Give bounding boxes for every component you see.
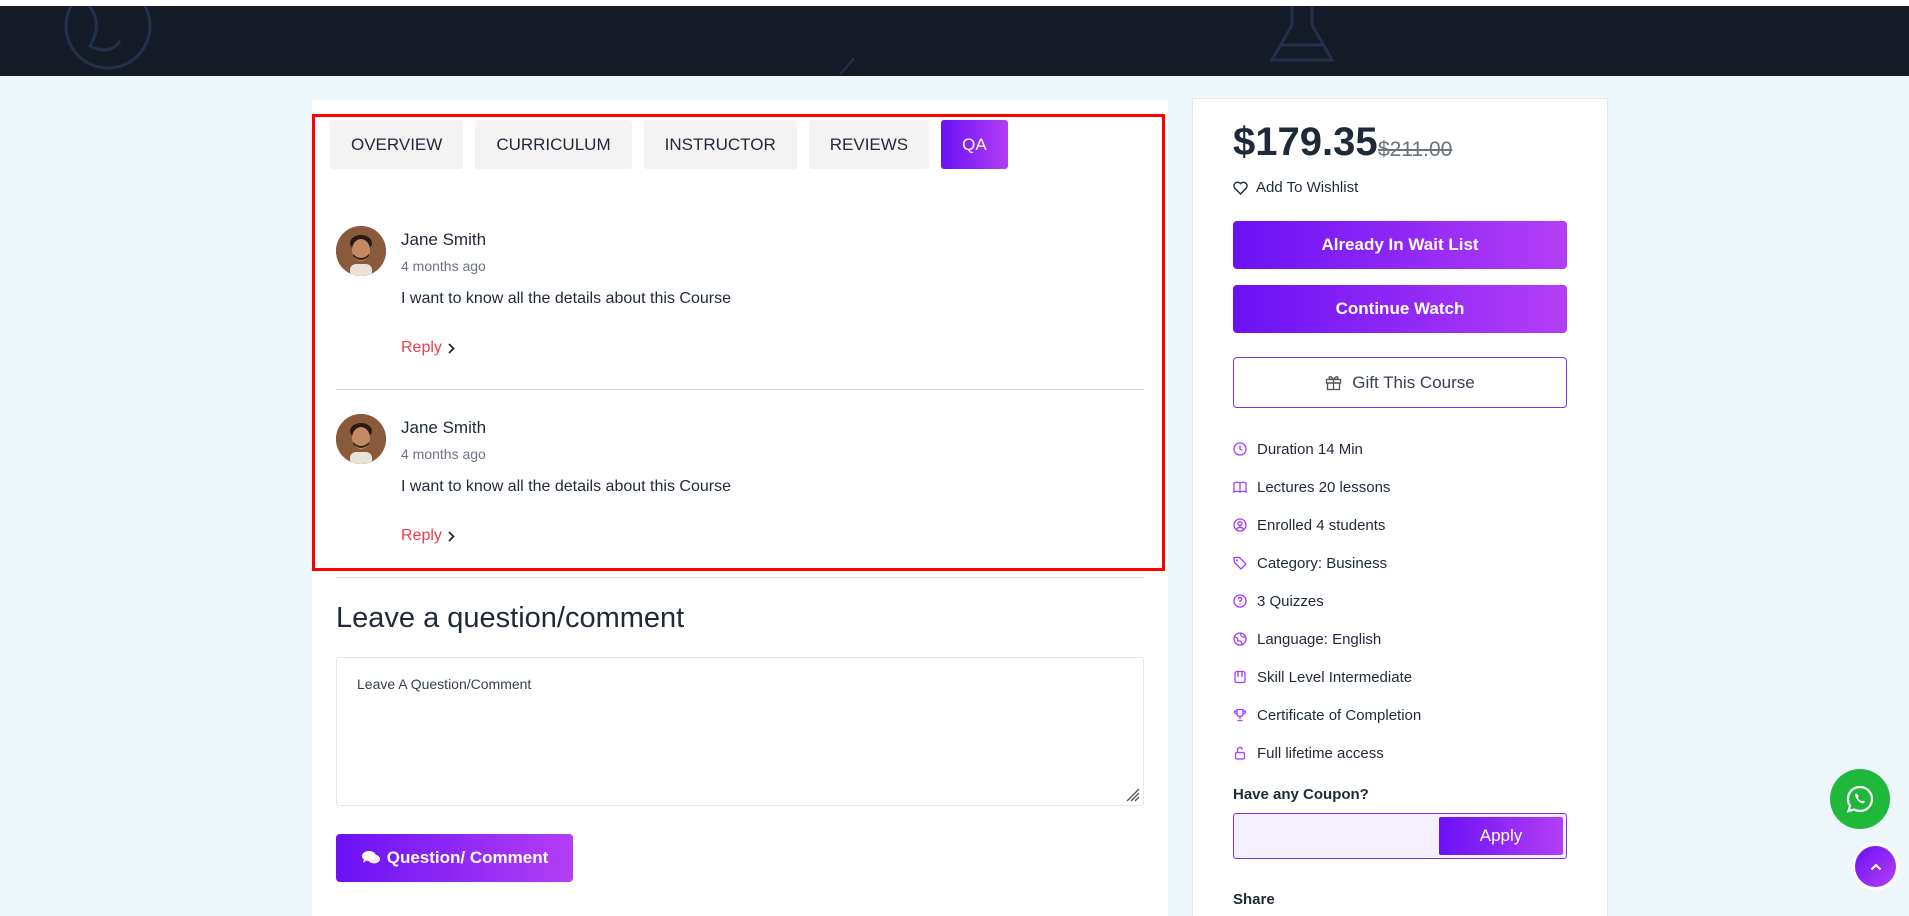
info-text: Duration 14 Min <box>1257 440 1363 458</box>
avatar <box>336 226 386 276</box>
qa-comment: Jane Smith 4 months ago I want to know a… <box>336 414 1144 554</box>
info-language: Language: English <box>1233 620 1567 658</box>
reply-link[interactable]: Reply <box>401 339 455 357</box>
whatsapp-button[interactable] <box>1830 769 1890 829</box>
continue-watch-button[interactable]: Continue Watch <box>1233 285 1567 333</box>
info-text: Lectures 20 lessons <box>1257 478 1391 496</box>
info-text: Language: English <box>1257 630 1382 648</box>
info-text: 3 Quizzes <box>1257 592 1324 610</box>
comments-icon <box>361 851 380 864</box>
clock-icon <box>1233 442 1247 456</box>
tab-reviews[interactable]: REVIEWS <box>808 120 930 169</box>
qa-comment: Jane Smith 4 months ago I want to know a… <box>336 226 1144 366</box>
coupon-form: Apply <box>1233 813 1567 859</box>
globe-decoration-icon <box>64 6 152 70</box>
chevron-up-icon <box>1870 863 1881 870</box>
gift-course-button[interactable]: Gift This Course <box>1233 357 1567 408</box>
level-icon <box>1234 670 1246 684</box>
comment-divider <box>336 389 1144 390</box>
wait-list-button[interactable]: Already In Wait List <box>1233 221 1567 269</box>
comment-time: 4 months ago <box>401 446 486 462</box>
add-to-wishlist-link[interactable]: Add To Wishlist <box>1233 179 1358 196</box>
share-label: Share <box>1233 891 1275 908</box>
book-icon <box>1233 481 1247 494</box>
question-icon <box>1233 594 1247 608</box>
apply-coupon-button[interactable]: Apply <box>1439 817 1563 855</box>
original-price: $211.00 <box>1378 138 1453 161</box>
info-certificate: Certificate of Completion <box>1233 696 1567 734</box>
info-lectures: Lectures 20 lessons <box>1233 468 1567 506</box>
comment-text: I want to know all the details about thi… <box>401 290 731 307</box>
reply-link[interactable]: Reply <box>401 527 455 545</box>
info-lifetime-access: Full lifetime access <box>1233 734 1567 772</box>
whatsapp-icon <box>1846 785 1874 813</box>
info-category: Category: Business <box>1233 544 1567 582</box>
leaf-decoration-icon <box>839 57 855 75</box>
tab-curriculum[interactable]: CURRICULUM <box>475 120 632 169</box>
comment-text: I want to know all the details about thi… <box>401 478 731 495</box>
user-circle-icon <box>1233 518 1247 532</box>
resize-grip-icon[interactable] <box>1124 786 1140 802</box>
gift-icon <box>1326 375 1342 391</box>
avatar <box>336 414 386 464</box>
info-text: Full lifetime access <box>1257 744 1384 762</box>
info-skill-level: Skill Level Intermediate <box>1233 658 1567 696</box>
scroll-to-top-button[interactable] <box>1855 846 1896 887</box>
info-text: Certificate of Completion <box>1257 706 1422 724</box>
tab-overview[interactable]: OVERVIEW <box>330 120 464 169</box>
question-comment-label: Question/ Comment <box>386 848 549 867</box>
tab-instructor[interactable]: INSTRUCTOR <box>643 120 797 169</box>
flask-decoration-icon <box>1269 6 1335 62</box>
course-info-list: Duration 14 Min Lectures 20 lessons Enro… <box>1233 430 1567 772</box>
course-tabs: OVERVIEW CURRICULUM INSTRUCTOR REVIEWS Q… <box>330 120 1008 169</box>
comment-textarea[interactable] <box>336 657 1144 806</box>
gift-label: Gift This Course <box>1352 372 1475 392</box>
wishlist-label: Add To Wishlist <box>1256 179 1359 196</box>
coupon-label: Have any Coupon? <box>1233 786 1369 803</box>
reply-label: Reply <box>401 339 442 356</box>
leave-comment-heading: Leave a question/comment <box>336 602 685 634</box>
globe-icon <box>1233 632 1247 646</box>
heart-icon <box>1233 181 1248 195</box>
comment-divider <box>336 577 1144 578</box>
tab-qa[interactable]: QA <box>941 120 1008 169</box>
info-duration: Duration 14 Min <box>1233 430 1567 468</box>
info-text: Skill Level Intermediate <box>1257 668 1413 686</box>
reply-label: Reply <box>401 527 442 544</box>
comment-time: 4 months ago <box>401 258 486 274</box>
info-enrolled: Enrolled 4 students <box>1233 506 1567 544</box>
comment-author: Jane Smith <box>401 230 487 249</box>
comment-author: Jane Smith <box>401 418 487 437</box>
chevron-right-icon <box>448 342 455 354</box>
current-price: $179.35 <box>1233 120 1378 164</box>
header-banner <box>0 6 1909 76</box>
trophy-icon <box>1233 708 1247 722</box>
lock-open-icon <box>1234 746 1246 760</box>
chevron-right-icon <box>448 530 455 542</box>
info-text: Category: Business <box>1257 554 1388 572</box>
info-quizzes: 3 Quizzes <box>1233 582 1567 620</box>
info-text: Enrolled 4 students <box>1257 516 1386 534</box>
tag-icon <box>1233 556 1247 570</box>
coupon-input[interactable] <box>1234 814 1436 858</box>
question-comment-button[interactable]: Question/ Comment <box>336 834 573 882</box>
